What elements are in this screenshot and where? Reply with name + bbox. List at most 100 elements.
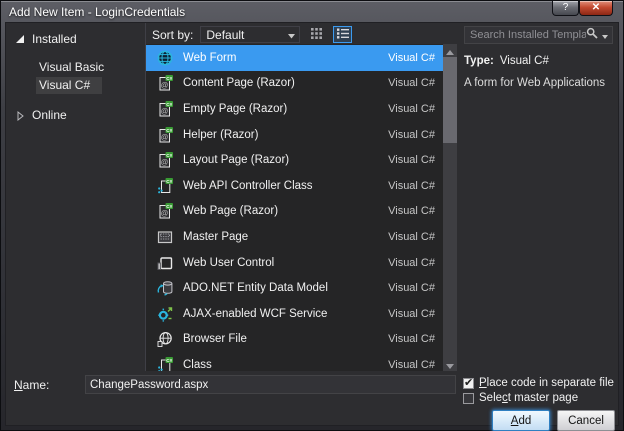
template-language: Visual C# <box>388 128 435 141</box>
template-list-item[interactable]: @ C# Content Page (Razor) Visual C# <box>146 71 443 97</box>
place-code-checkbox[interactable] <box>463 376 474 389</box>
svg-text:@: @ <box>161 209 169 218</box>
template-name: Browser File <box>183 333 247 346</box>
add-button[interactable]: Add <box>492 410 550 431</box>
scroll-up-button[interactable] <box>443 44 457 57</box>
name-label: Name: <box>14 378 50 392</box>
place-code-checkbox-row[interactable]: Place code in separate file <box>463 376 614 389</box>
select-master-checkbox-row[interactable]: Select master page <box>463 392 614 404</box>
help-button[interactable]: ? <box>552 1 579 16</box>
template-language: Visual C# <box>388 205 435 218</box>
template-name: Web Form <box>183 51 237 64</box>
svg-text:@: @ <box>161 132 169 141</box>
template-list-item[interactable]: @ C# Helper (Razor) Visual C# <box>146 122 443 148</box>
list-view-button[interactable] <box>333 26 353 43</box>
template-name: ADO.NET Entity Data Model <box>183 282 328 295</box>
search-options-chevron-icon[interactable] <box>602 26 608 44</box>
template-language: Visual C# <box>388 333 435 346</box>
sidebar-item-online[interactable]: Online <box>6 105 145 125</box>
template-name: Empty Page (Razor) <box>183 102 288 115</box>
close-button[interactable]: ✕ <box>579 1 613 16</box>
template-list-item[interactable]: C# Class Visual C# <box>146 352 443 371</box>
chevron-down-icon <box>288 28 296 42</box>
template-list: Web Form Visual C# @ C# Content Page (Raz… <box>146 44 443 371</box>
template-name: Web API Controller Class <box>183 179 313 192</box>
razor-page-icon: @ C# <box>157 100 173 117</box>
place-code-checkbox-label: Place code in separate file <box>479 377 614 389</box>
template-name: Helper (Razor) <box>183 128 259 141</box>
scroll-down-button[interactable] <box>443 358 457 371</box>
razor-page-icon: @ C# <box>157 75 173 91</box>
type-value: Visual C# <box>499 55 549 67</box>
cancel-button[interactable]: Cancel <box>557 410 615 431</box>
scroll-down-arrow-icon <box>446 356 454 374</box>
sort-by-value: Default <box>206 27 245 42</box>
razor-page-icon: @ C# <box>157 152 173 168</box>
web-form-icon <box>157 50 173 66</box>
select-master-checkbox[interactable] <box>463 392 474 404</box>
sidebar-item-visual-basic[interactable]: Visual Basic <box>6 58 145 76</box>
small-icons-view-button[interactable] <box>307 26 326 43</box>
template-list-item[interactable]: @ C# Layout Page (Razor) Visual C# <box>146 147 443 173</box>
template-list-item[interactable]: Master Page Visual C# <box>146 224 443 250</box>
template-language: Visual C# <box>388 230 435 243</box>
razor-page-icon: @ C# <box>157 126 173 143</box>
sidebar-item-label: Visual Basic <box>39 60 105 74</box>
sidebar-item-visual-csharp[interactable]: Visual C# <box>6 76 145 94</box>
name-input[interactable] <box>85 375 456 394</box>
template-language: Visual C# <box>388 102 435 115</box>
search-input[interactable]: Search Installed Templates (Ctrl+E) <box>464 26 613 44</box>
template-list-item[interactable]: @ C# Empty Page (Razor) Visual C# <box>146 96 443 122</box>
template-description: A form for Web Applications <box>464 77 606 90</box>
sidebar-item-label: Installed <box>32 32 77 46</box>
sidebar-item-installed[interactable]: Installed <box>6 29 145 49</box>
list-view-icon <box>336 28 349 42</box>
svg-text:@: @ <box>161 107 169 116</box>
template-name: Content Page (Razor) <box>183 77 295 90</box>
template-name: AJAX-enabled WCF Service <box>183 307 328 320</box>
scrollbar-thumb[interactable] <box>443 57 457 143</box>
template-language: Visual C# <box>388 154 435 167</box>
dialog-footer: Name: Place code in separate file Select… <box>6 371 618 431</box>
template-language: Visual C# <box>388 358 435 371</box>
template-list-item[interactable]: ADO.NET Entity Data Model Visual C# <box>146 275 443 301</box>
svg-text:C#: C# <box>166 102 172 107</box>
titlebar[interactable]: Add New Item - LoginCredentials <box>1 1 623 22</box>
dialog-content: Installed Visual Basic Visual C# Online <box>5 22 619 431</box>
list-toolbar: Sort by: Default <box>146 23 457 44</box>
add-new-item-dialog: Add New Item - LoginCredentials ? ✕ Inst… <box>0 0 624 431</box>
entity-data-model-icon <box>157 280 173 296</box>
razor-page-icon: @ C# <box>157 203 173 219</box>
template-list-item[interactable]: C# Web API Controller Class Visual C# <box>146 173 443 199</box>
template-list-item[interactable]: @ C# Web Page (Razor) Visual C# <box>146 199 443 225</box>
search-icon <box>586 26 598 44</box>
svg-text:C#: C# <box>166 179 172 184</box>
csharp-class-icon: C# <box>157 177 173 194</box>
sidebar-item-label: Visual C# <box>36 77 103 94</box>
tree-collapsed-icon <box>15 110 25 121</box>
svg-text:C#: C# <box>166 358 172 363</box>
master-page-icon <box>157 229 173 245</box>
template-language: Visual C# <box>388 307 435 320</box>
template-list-item[interactable]: Web Form Visual C# <box>146 45 443 71</box>
sidebar-item-label: Online <box>32 108 67 122</box>
list-scrollbar[interactable] <box>443 44 457 371</box>
csharp-class-icon: C# <box>157 356 173 371</box>
svg-text:C#: C# <box>166 76 172 81</box>
help-icon: ? <box>562 2 569 13</box>
type-label: Type: <box>464 55 494 67</box>
template-list-item[interactable]: AJAX-enabled WCF Service Visual C# <box>146 301 443 327</box>
template-list-item[interactable]: Web User Control Visual C# <box>146 250 443 276</box>
window-title: Add New Item - LoginCredentials <box>9 5 186 19</box>
search-placeholder: Search Installed Templates (Ctrl+E) <box>470 29 586 41</box>
svg-text:@: @ <box>161 158 169 167</box>
svg-text:C#: C# <box>166 127 172 132</box>
template-name: Class <box>183 358 212 371</box>
browser-file-icon <box>157 331 173 348</box>
sort-by-dropdown[interactable]: Default <box>200 26 301 43</box>
svg-text:@: @ <box>161 81 169 90</box>
template-language: Visual C# <box>388 77 435 90</box>
template-list-item[interactable]: Browser File Visual C# <box>146 327 443 353</box>
wcf-service-icon <box>157 306 173 322</box>
caption-buttons: ? ✕ <box>552 1 613 16</box>
